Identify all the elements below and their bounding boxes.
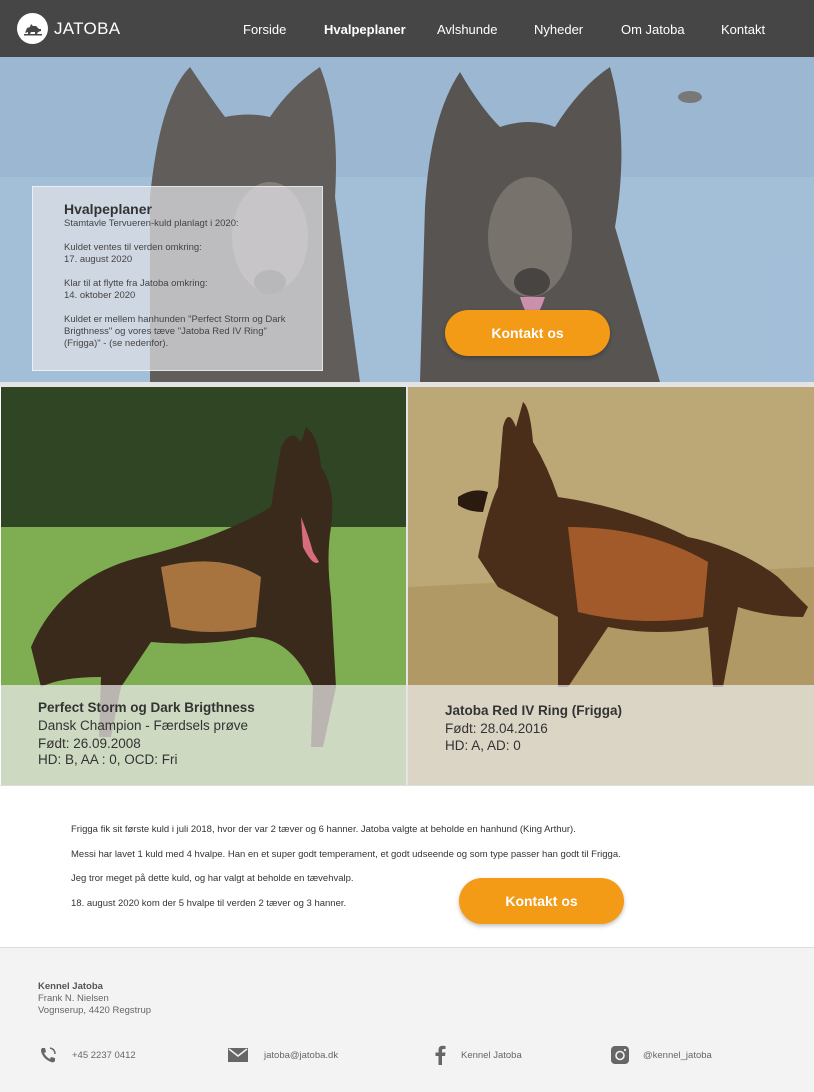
footer-phone-text: +45 2237 0412 [72, 1049, 136, 1061]
hero-text: Stamtavle Tervueren-kuld planlagt i 2020… [64, 218, 304, 362]
female-dog-caption: Jatoba Red IV Ring (Frigga) Født: 28.04.… [408, 685, 814, 785]
footer-facebook-text: Kennel Jatoba [461, 1049, 522, 1061]
facebook-icon [430, 1045, 450, 1065]
hero-line: Klar til at flytte fra Jatoba omkring: 14… [64, 278, 208, 301]
footer-kennel-name: Kennel Jatoba [38, 981, 103, 992]
hero-line: Kuldet er mellem hanhunden "Perfect Stor… [64, 314, 286, 349]
footer-facebook[interactable]: Kennel Jatoba [430, 1045, 522, 1065]
male-dog-name: Perfect Storm og Dark Brigthness [38, 700, 255, 715]
hero-contact-button[interactable]: Kontakt os [445, 310, 610, 356]
female-dog-health: HD: A, AD: 0 [445, 738, 521, 753]
female-dog-born: Født: 28.04.2016 [445, 721, 548, 736]
nav-item-kontakt[interactable]: Kontakt [721, 22, 765, 37]
footer-email-text: jatoba@jatoba.dk [264, 1049, 339, 1061]
info-line: 18. august 2020 kom der 5 hvalpe til ver… [71, 898, 347, 909]
footer-instagram[interactable]: @kennel_jatoba [610, 1045, 712, 1065]
hero-line: Kuldet ventes til verden omkring: 17. aug… [64, 242, 202, 265]
male-dog-title: Dansk Champion - Færdsels prøve [38, 718, 249, 733]
nav-item-om-jatoba[interactable]: Om Jatoba [621, 22, 685, 37]
female-dog-name: Jatoba Red IV Ring (Frigga) [445, 703, 623, 718]
info-line: Messi har lavet 1 kuld med 4 hvalpe. Han… [71, 849, 621, 860]
footer-address: Vognserup, 4420 Regstrup [38, 1005, 152, 1016]
info-line: Jeg tror meget på dette kuld, og har val… [71, 873, 354, 884]
hero-line: Stamtavle Tervueren-kuld planlagt i 2020… [64, 218, 239, 229]
hero-banner: Hvalpeplaner Stamtavle Tervueren-kuld pl… [0, 57, 814, 382]
male-dog-health: HD: B, AA : 0, OCD: Fri [38, 752, 178, 767]
mail-icon [228, 1045, 248, 1065]
phone-icon [38, 1045, 58, 1065]
footer-phone[interactable]: +45 2237 0412 [38, 1045, 136, 1065]
nav-item-avlshunde[interactable]: Avlshunde [437, 22, 497, 37]
info-line: Frigga fik sit første kuld i juli 2018, … [71, 824, 576, 835]
litter-info-section: Frigga fik sit første kuld i juli 2018, … [0, 785, 814, 947]
nav-item-hvalpeplaner[interactable]: Hvalpeplaner [324, 22, 406, 37]
hero-title: Hvalpeplaner [64, 201, 152, 217]
info-contact-button[interactable]: Kontakt os [459, 878, 624, 924]
female-dog-card: Jatoba Red IV Ring (Frigga) Født: 28.04.… [408, 387, 814, 785]
footer-instagram-text: @kennel_jatoba [643, 1049, 712, 1061]
instagram-icon [610, 1045, 630, 1065]
hero-info-box: Hvalpeplaner Stamtavle Tervueren-kuld pl… [32, 186, 323, 371]
footer-owner: Frank N. Nielsen [38, 993, 109, 1004]
main-nav: Forside Hvalpeplaner Avlshunde Nyheder O… [0, 22, 814, 40]
male-dog-caption: Perfect Storm og Dark Brigthness Dansk C… [1, 685, 406, 785]
male-dog-card: Perfect Storm og Dark Brigthness Dansk C… [1, 387, 406, 785]
nav-item-nyheder[interactable]: Nyheder [534, 22, 583, 37]
nav-item-forside[interactable]: Forside [243, 22, 286, 37]
site-header: JATOBA Forside Hvalpeplaner Avlshunde Ny… [0, 0, 814, 57]
male-dog-born: Født: 26.09.2008 [38, 736, 141, 751]
footer-email[interactable]: jatoba@jatoba.dk [228, 1045, 338, 1065]
site-footer: Kennel Jatoba Frank N. Nielsen Vognserup… [0, 947, 814, 1092]
